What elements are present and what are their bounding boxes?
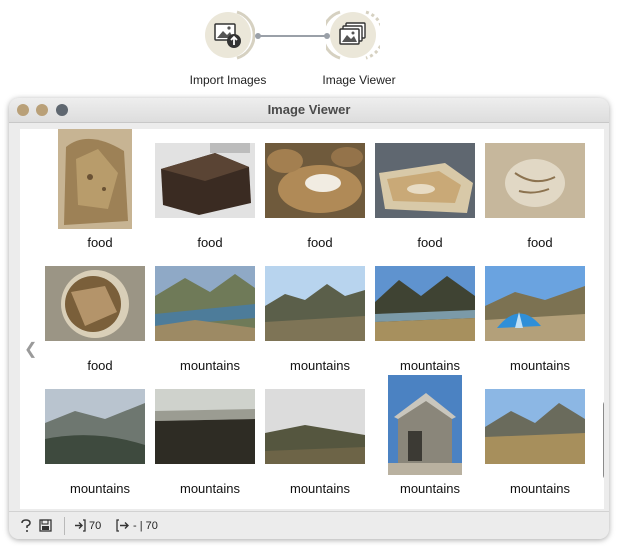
output-count: - | 70: [133, 519, 158, 532]
image-label: food: [197, 235, 223, 250]
mountains-thumbnail: [265, 389, 365, 464]
import-images-icon: [205, 12, 251, 58]
mountains-thumbnail: [485, 389, 585, 464]
import-images-node[interactable]: [205, 10, 255, 62]
image-item[interactable]: mountains: [375, 252, 485, 375]
chevron-left-icon[interactable]: ❮: [24, 339, 37, 359]
image-label: mountains: [510, 358, 570, 373]
mountains-thumbnail: [485, 266, 585, 341]
input-summary[interactable]: 70: [74, 519, 101, 532]
image-item[interactable]: food: [375, 129, 485, 252]
image-item[interactable]: mountains: [155, 375, 265, 498]
mountains-thumbnail: [265, 266, 365, 341]
image-item[interactable]: mountains: [485, 252, 595, 375]
food-thumbnail: [58, 129, 132, 229]
scrollbar-thumb[interactable]: [603, 401, 604, 479]
title-bar[interactable]: Image Viewer: [9, 98, 609, 123]
image-label: mountains: [400, 481, 460, 496]
image-label: mountains: [70, 481, 130, 496]
image-item[interactable]: mountains: [155, 252, 265, 375]
food-thumbnail: [155, 143, 255, 218]
image-label: food: [87, 235, 113, 250]
image-item[interactable]: food: [155, 129, 265, 252]
image-label: mountains: [180, 358, 240, 373]
mountains-thumbnail: [375, 266, 475, 341]
mountains-thumbnail: [155, 389, 255, 464]
image-label: mountains: [510, 481, 570, 496]
image-item[interactable]: food: [485, 129, 595, 252]
save-icon[interactable]: [39, 519, 52, 532]
image-label: food: [417, 235, 443, 250]
food-thumbnail: [485, 143, 585, 218]
window-title: Image Viewer: [267, 102, 351, 117]
mountains-thumbnail: [388, 375, 462, 475]
image-item[interactable]: food: [265, 129, 375, 252]
image-item[interactable]: food: [45, 129, 155, 252]
help-icon[interactable]: [20, 519, 32, 533]
image-item[interactable]: mountains: [45, 375, 155, 498]
divider: [64, 517, 65, 535]
image-label: food: [527, 235, 553, 250]
image-item[interactable]: mountains: [265, 375, 375, 498]
image-viewer-icon: [330, 12, 376, 58]
input-count: 70: [89, 519, 102, 532]
food-thumbnail: [265, 143, 365, 218]
image-grid-view[interactable]: food food food food food food mountains …: [20, 129, 604, 509]
image-item[interactable]: mountains: [485, 375, 595, 498]
image-viewer-node[interactable]: [326, 10, 380, 62]
image-item[interactable]: food: [45, 252, 155, 375]
status-bar: 70 - | 70: [9, 511, 609, 539]
image-viewer-window: Image Viewer food food food food food fo…: [9, 98, 609, 539]
image-label: mountains: [180, 481, 240, 496]
output-summary[interactable]: - | 70: [116, 519, 158, 532]
mountains-thumbnail: [155, 266, 255, 341]
output-icon: [116, 519, 129, 532]
image-label: mountains: [400, 358, 460, 373]
mountains-thumbnail: [45, 389, 145, 464]
image-item[interactable]: mountains: [265, 252, 375, 375]
workflow-link[interactable]: [258, 35, 326, 37]
output-port[interactable]: [255, 33, 261, 39]
image-label: food: [87, 358, 113, 373]
image-label: food: [307, 235, 333, 250]
food-thumbnail: [45, 266, 145, 341]
input-icon: [75, 519, 86, 532]
import-images-label: Import Images: [189, 73, 267, 87]
image-label: mountains: [290, 481, 350, 496]
image-label: mountains: [290, 358, 350, 373]
food-thumbnail: [375, 143, 475, 218]
image-viewer-label: Image Viewer: [322, 73, 396, 87]
image-item[interactable]: mountains: [375, 375, 485, 498]
